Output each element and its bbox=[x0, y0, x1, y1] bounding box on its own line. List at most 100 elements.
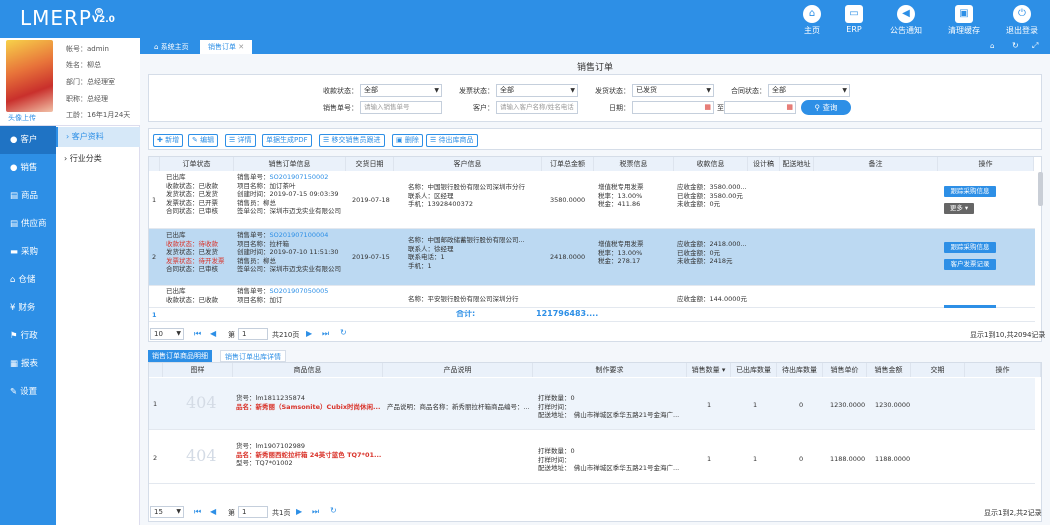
topbar-logout-button[interactable]: ⏻ 退出登录 bbox=[1000, 5, 1044, 36]
table-scrollbar[interactable] bbox=[1038, 172, 1043, 206]
sub-nav bbox=[56, 126, 140, 525]
avatar[interactable] bbox=[6, 40, 53, 112]
topbar-erp-button[interactable]: ▭ ERP bbox=[832, 5, 876, 34]
nav-report[interactable]: ▦ 报表 bbox=[0, 350, 56, 378]
nav-warehouse[interactable]: ⌂ 仓储 bbox=[0, 266, 56, 294]
refresh-icon[interactable]: ↻ bbox=[330, 506, 337, 515]
production-req: 打样数量：0 打样时间： 配送地址： 佛山市禅城区季华五路21号金海广... bbox=[538, 447, 680, 473]
customer-label: 客户： bbox=[473, 104, 494, 112]
subnav-industry[interactable]: › 行业分类 bbox=[56, 149, 140, 169]
edit-button[interactable]: ✎ 编辑 bbox=[188, 134, 219, 147]
refresh-icon[interactable]: ↻ bbox=[340, 328, 347, 337]
nav-goods[interactable]: ▤ 商品 bbox=[0, 182, 56, 210]
home-icon: ⌂ bbox=[803, 5, 821, 23]
tab-bar bbox=[140, 38, 1050, 54]
avatar-upload-link[interactable]: 头像上传 bbox=[8, 113, 36, 123]
users-icon: ● bbox=[10, 163, 18, 173]
row-number: 1 bbox=[153, 400, 158, 408]
table-header[interactable]: 销售数量 ▾ bbox=[687, 363, 731, 377]
table-header: 销售订单信息 bbox=[234, 157, 346, 171]
sales-qty: 1 bbox=[707, 401, 712, 409]
page-input[interactable]: 1 bbox=[238, 328, 268, 340]
subnav-customer-info[interactable]: › 客户资料 bbox=[56, 127, 140, 147]
page-size-select[interactable]: 10 ▼ bbox=[150, 328, 184, 340]
tab-order-items[interactable]: 销售订单商品明细 bbox=[148, 350, 212, 362]
transfer-button[interactable]: ☰ 移交销售员跟进 bbox=[319, 134, 385, 147]
topbar-home-button[interactable]: ⌂ 主页 bbox=[790, 5, 834, 36]
track-purchase-button[interactable]: 跟踪采购信息 bbox=[944, 242, 996, 253]
prev-page-icon[interactable]: ◀ bbox=[210, 329, 216, 338]
more-button[interactable]: 更多 ▾ bbox=[944, 203, 974, 214]
customer-info: 名称：平安银行股份有限公司深圳分行 bbox=[408, 295, 519, 303]
prev-page-icon[interactable]: ◀ bbox=[210, 507, 216, 516]
date-to-label: 至 bbox=[717, 104, 724, 112]
first-page-icon[interactable]: ⏮ bbox=[194, 329, 201, 339]
tab-outbound-details[interactable]: 销售订单出库详情 bbox=[220, 350, 286, 362]
customer-input[interactable]: 请输入客户名称/姓名电话 bbox=[496, 101, 578, 114]
nav-sales[interactable]: ● 销售 bbox=[0, 154, 56, 182]
table-header: 订单状态 bbox=[160, 157, 234, 171]
app-logo: LMERP bbox=[20, 6, 92, 30]
calendar-icon[interactable]: ▦ bbox=[704, 102, 711, 113]
order-number-link[interactable]: SO201907100004 bbox=[270, 231, 329, 239]
home-icon: ⌂ bbox=[154, 43, 159, 51]
date-from-input[interactable]: ▦ bbox=[632, 101, 714, 114]
last-page-icon[interactable]: ⏭ bbox=[322, 329, 329, 339]
delete-button[interactable]: ▣ 删除 bbox=[392, 134, 423, 147]
order-info: 销售单号：SO201907150002 项目名称：加订茶叶 创建时间：2019-0… bbox=[237, 173, 341, 216]
order-no-label: 销售单号： bbox=[323, 104, 358, 112]
nav-finance[interactable]: ¥ 财务 bbox=[0, 294, 56, 322]
pdf-button[interactable]: 单据生成PDF bbox=[262, 134, 312, 147]
table-header: 备注 bbox=[814, 157, 938, 171]
query-button[interactable]: ⚲ 查询 bbox=[801, 100, 851, 115]
total-row-number: 1 bbox=[152, 311, 157, 319]
contract-status-select[interactable]: 全部 ▼ bbox=[768, 84, 850, 97]
fullscreen-icon[interactable]: ⤢ bbox=[1032, 41, 1038, 51]
filter-panel bbox=[148, 74, 1042, 122]
refresh-icon[interactable]: ↻ bbox=[1012, 41, 1019, 50]
total-pages: 共210页 bbox=[272, 331, 300, 339]
table-header: 配送地址 bbox=[780, 157, 814, 171]
add-button[interactable]: ✚ 新增 bbox=[153, 134, 184, 147]
sales-amount: 1188.0000 bbox=[875, 455, 911, 463]
date-to-input[interactable]: ▦ bbox=[724, 101, 796, 114]
search-icon: ⚲ bbox=[814, 103, 821, 112]
tab-home-icon[interactable]: ⌂ bbox=[990, 42, 994, 50]
calendar-icon[interactable]: ▦ bbox=[786, 102, 793, 113]
topbar-notice-button[interactable]: ◀ 公告通知 bbox=[884, 5, 928, 36]
nav-customer[interactable]: ● 客户 bbox=[0, 126, 56, 154]
receipt-status-select[interactable]: 全部 ▼ bbox=[360, 84, 442, 97]
row-number: 2 bbox=[153, 454, 158, 462]
page-size-select[interactable]: 15 ▼ bbox=[150, 506, 184, 518]
flag-icon: ⚑ bbox=[10, 331, 18, 341]
table-header: 订单总金额 bbox=[542, 157, 594, 171]
nav-purchase[interactable]: ▬ 采购 bbox=[0, 238, 56, 266]
tab-sales-order[interactable]: 销售订单 ✕ bbox=[200, 40, 253, 54]
track-purchase-button[interactable]: 跟踪采购信息 bbox=[944, 186, 996, 197]
page-input[interactable]: 1 bbox=[238, 506, 268, 518]
next-page-icon[interactable]: ▶ bbox=[296, 507, 302, 516]
nav-settings[interactable]: ✎ 设置 bbox=[0, 378, 56, 406]
order-status: 已出库 收款状态：待收款 发货状态：已发货 发票状态：待开发票 合同状态：已审核 bbox=[166, 231, 225, 274]
first-page-icon[interactable]: ⏮ bbox=[194, 507, 201, 517]
order-number-link[interactable]: SO201907050005 bbox=[270, 287, 329, 295]
nav-supplier[interactable]: ▤ 供应商 bbox=[0, 210, 56, 238]
customer-invoice-button[interactable]: 客户发票记录 bbox=[944, 259, 996, 270]
ship-status-select[interactable]: 已发货 ▼ bbox=[632, 84, 714, 97]
order-info: 销售单号：SO201907100004 项目名称：拉杆箱 创建时间：2019-07… bbox=[237, 231, 341, 274]
detail-button[interactable]: ☰ 详情 bbox=[225, 134, 256, 147]
pending-qty: 0 bbox=[799, 455, 804, 463]
last-page-icon[interactable]: ⏭ bbox=[312, 507, 319, 517]
payment-info: 应收金额：144.0000元 bbox=[677, 295, 747, 303]
tab-home[interactable]: ⌂ 系统主页 bbox=[146, 40, 197, 54]
order-no-input[interactable]: 请输入销售单号 bbox=[360, 101, 442, 114]
invoice-status-select[interactable]: 全部 ▼ bbox=[496, 84, 578, 97]
pending-outbound-button[interactable]: ☰ 待出库商品 bbox=[426, 134, 478, 147]
topbar-clear-cache-button[interactable]: ▣ 清理缓存 bbox=[942, 5, 986, 36]
order-number-link[interactable]: SO201907150002 bbox=[270, 173, 329, 181]
next-page-icon[interactable]: ▶ bbox=[306, 329, 312, 338]
nav-admin[interactable]: ⚑ 行政 bbox=[0, 322, 56, 350]
table-header: 操作 bbox=[965, 363, 1041, 377]
record-summary: 显示1到2,共2记录 bbox=[984, 509, 1042, 517]
close-icon[interactable]: ✕ bbox=[238, 43, 244, 51]
